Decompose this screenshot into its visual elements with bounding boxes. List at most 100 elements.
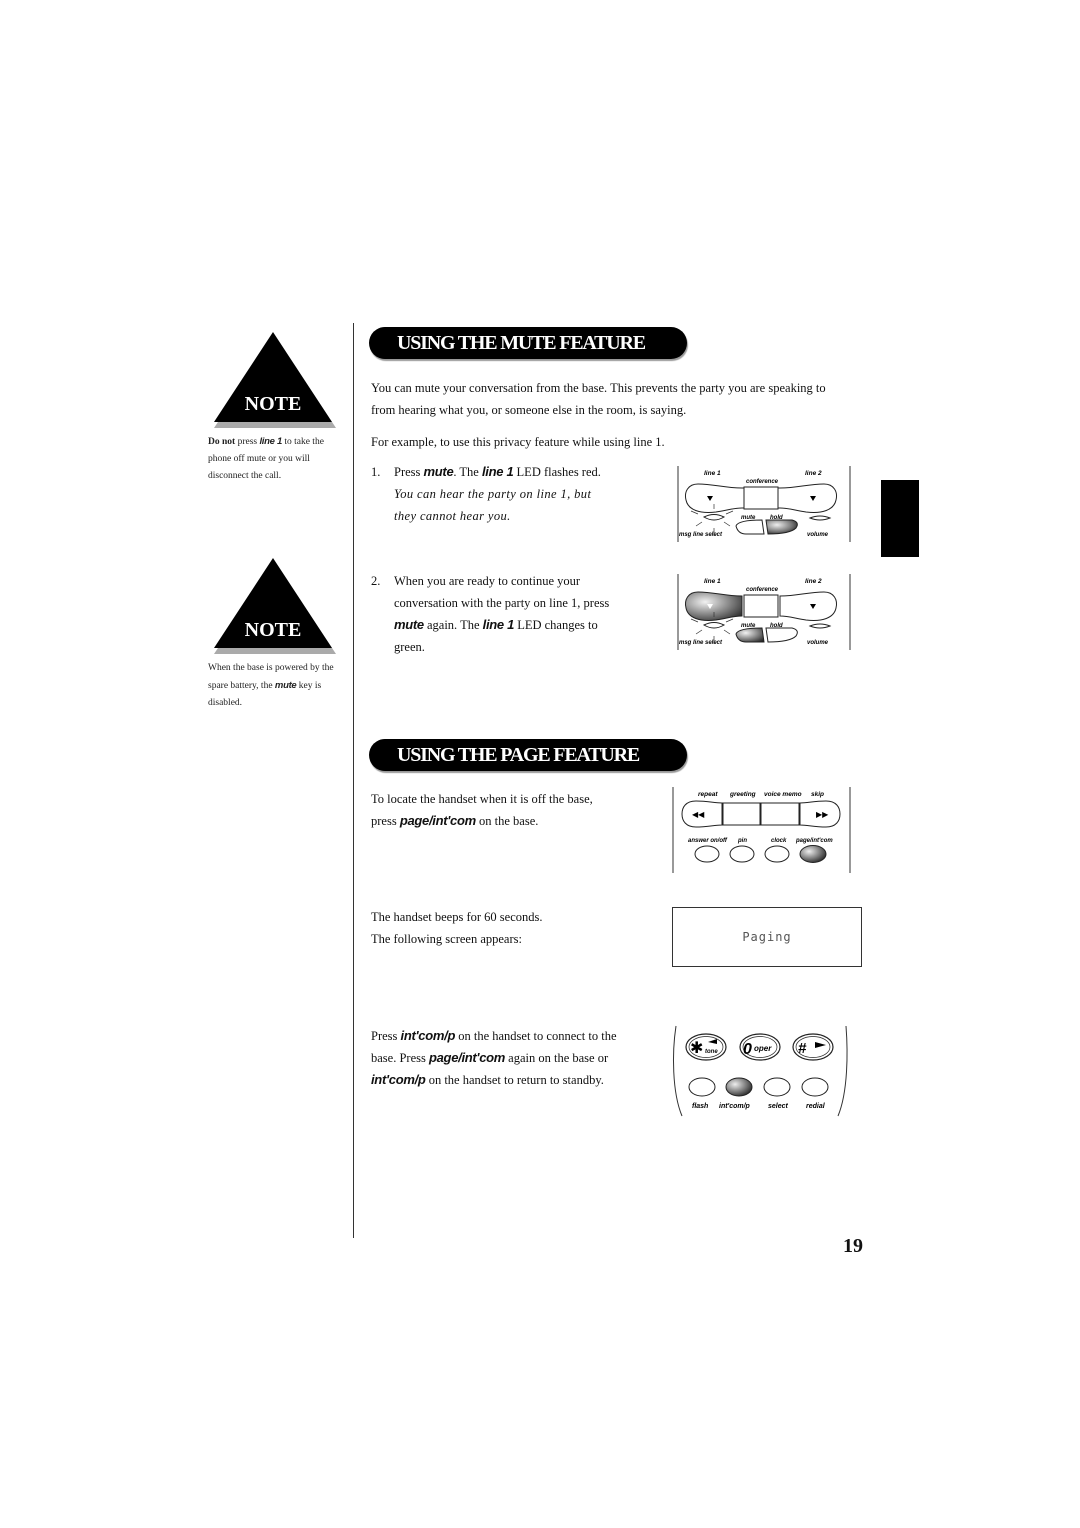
step-1-italic-note: You can hear the party on line 1, but th… bbox=[394, 487, 592, 523]
fast-forward-icon: ▶▶ bbox=[816, 810, 829, 819]
volume-button[interactable] bbox=[808, 623, 832, 629]
label-tone: tone bbox=[705, 1049, 718, 1055]
mute-example: For example, to use this privacy feature… bbox=[371, 435, 665, 449]
conference-button[interactable] bbox=[743, 486, 779, 510]
rewind-icon: ◀◀ bbox=[692, 810, 705, 819]
label-msg-line-select: msg line select bbox=[679, 532, 723, 538]
step-1-text: Press mute. The line 1 LED flashes red. … bbox=[394, 461, 634, 527]
label-line2: line 2 bbox=[805, 578, 822, 585]
note-1-pre: press bbox=[235, 437, 260, 447]
label-msg-line-select: msg line select bbox=[679, 640, 723, 646]
page-para-2: The handset beeps for 60 seconds. The fo… bbox=[371, 906, 631, 950]
clock-button[interactable] bbox=[764, 845, 790, 863]
page-para-3: Press int'com/p on the handset to connec… bbox=[371, 1025, 631, 1091]
page-section-title: USING THE PAGE FEATURE bbox=[369, 739, 687, 771]
page-para-1-key: page/int'com bbox=[399, 813, 476, 828]
note-2-text: When the base is powered by the spare ba… bbox=[208, 660, 348, 712]
label-flash: flash bbox=[692, 1103, 708, 1110]
label-line2: line 2 bbox=[805, 470, 822, 477]
para-3-part-4: on the handset to return to standby. bbox=[425, 1073, 604, 1087]
label-intcom-p: int'com/p bbox=[719, 1103, 751, 1110]
page-para-1: To locate the handset when it is off the… bbox=[371, 788, 611, 832]
page-number: 19 bbox=[843, 1235, 863, 1257]
msg-line-select-button[interactable] bbox=[702, 622, 726, 629]
label-pin: pin bbox=[737, 838, 747, 844]
mute-intro: You can mute your conversation from the … bbox=[371, 381, 826, 417]
label-zero: 0 bbox=[743, 1041, 752, 1058]
step-2-text: When you are ready to continue your conv… bbox=[394, 570, 624, 658]
note-2-keyword: mute bbox=[274, 680, 297, 691]
step-1-key-line1: line 1 bbox=[481, 464, 514, 479]
step-1-key-mute: mute bbox=[423, 464, 454, 479]
note-badge: NOTE bbox=[245, 619, 302, 641]
step-2-mid: again. The bbox=[423, 618, 483, 632]
label-conference: conference bbox=[746, 587, 779, 593]
hold-button[interactable] bbox=[765, 627, 798, 643]
hold-button[interactable] bbox=[765, 519, 798, 535]
beeps-text: The handset beeps for 60 seconds. bbox=[371, 910, 543, 924]
pin-button[interactable] bbox=[729, 845, 755, 863]
step-2-key-mute: mute bbox=[394, 617, 424, 632]
answer-on-off-button[interactable] bbox=[694, 845, 720, 863]
greeting-button[interactable] bbox=[722, 802, 761, 826]
chapter-thumb-tab bbox=[881, 480, 919, 557]
label-repeat: repeat bbox=[698, 791, 718, 798]
label-line1: line 1 bbox=[704, 470, 721, 477]
label-line1: line 1 bbox=[704, 578, 721, 585]
label-redial: redial bbox=[806, 1103, 826, 1110]
label-skip: skip bbox=[811, 791, 824, 798]
intcom-p-key[interactable] bbox=[725, 1077, 753, 1097]
redial-key[interactable] bbox=[801, 1077, 829, 1097]
base-answering-keys-diagram: repeat greeting voice memo skip ◀◀ ▶▶ an… bbox=[672, 787, 851, 873]
step-1-pre: Press bbox=[394, 465, 424, 479]
step-1-mid: . The bbox=[453, 465, 482, 479]
select-key[interactable] bbox=[763, 1077, 791, 1097]
column-divider bbox=[353, 323, 354, 1238]
para-3-key-intcom: int'com/p bbox=[400, 1028, 456, 1043]
para-3-key-page: page/int'com bbox=[428, 1050, 506, 1065]
label-voice-memo: voice memo bbox=[764, 791, 802, 798]
line2-button[interactable] bbox=[779, 591, 837, 621]
msg-line-select-button[interactable] bbox=[702, 514, 726, 521]
label-page-intcom: page/int'com bbox=[795, 838, 833, 844]
step-1-post: LED flashes red. bbox=[513, 465, 601, 479]
flash-key[interactable] bbox=[688, 1077, 716, 1097]
step-1-number: 1. bbox=[371, 465, 381, 479]
page-intcom-button[interactable] bbox=[799, 845, 827, 863]
label-select: select bbox=[768, 1103, 789, 1110]
note-triangle-icon: NOTE bbox=[214, 332, 336, 428]
label-greeting: greeting bbox=[729, 791, 756, 798]
label-oper: oper bbox=[754, 1044, 772, 1053]
label-conference: conference bbox=[746, 479, 779, 485]
step-2-number: 2. bbox=[371, 574, 381, 588]
mute-section-title: USING THE MUTE FEATURE bbox=[369, 327, 687, 359]
base-keypad-diagram-muted: line 1 line 2 conference mute hold msg l… bbox=[677, 466, 851, 542]
star-icon: ✱ bbox=[690, 1040, 703, 1057]
note-badge: NOTE bbox=[245, 393, 302, 415]
label-hash: # bbox=[798, 1040, 807, 1057]
note-1-bold: Do not bbox=[208, 437, 236, 447]
para-3-key-intcom-2: int'com/p bbox=[371, 1072, 426, 1087]
screen-appears-text: The following screen appears: bbox=[371, 932, 522, 946]
lcd-screen: Paging bbox=[672, 907, 862, 967]
mute-button[interactable] bbox=[735, 519, 765, 535]
voice-memo-button[interactable] bbox=[760, 802, 800, 826]
para-3-part-1: Press bbox=[371, 1029, 401, 1043]
label-clock: clock bbox=[771, 838, 787, 844]
conference-button[interactable] bbox=[743, 594, 779, 618]
label-volume: volume bbox=[807, 532, 829, 538]
note-1-text: Do not press line 1 to take the phone of… bbox=[208, 433, 348, 485]
page-para-1-post: on the base. bbox=[475, 814, 539, 828]
step-2-key-line1: line 1 bbox=[482, 617, 515, 632]
note-1-keyword: line 1 bbox=[259, 436, 282, 447]
step-2-pre: When you are ready to continue your conv… bbox=[394, 574, 610, 610]
mute-button[interactable] bbox=[735, 627, 765, 643]
handset-keypad-diagram: ✱ tone 0 oper # flash int'com/p select r… bbox=[673, 1025, 848, 1117]
base-keypad-diagram-unmuted: line 1 line 2 conference mute hold msg l… bbox=[677, 574, 851, 650]
label-answer-on-off: answer on/off bbox=[688, 838, 728, 844]
lcd-text: Paging bbox=[742, 930, 792, 944]
note-triangle-icon: NOTE bbox=[214, 558, 336, 654]
volume-button[interactable] bbox=[808, 515, 832, 521]
label-volume: volume bbox=[807, 640, 829, 646]
para-3-part-3: again on the base or bbox=[505, 1051, 609, 1065]
